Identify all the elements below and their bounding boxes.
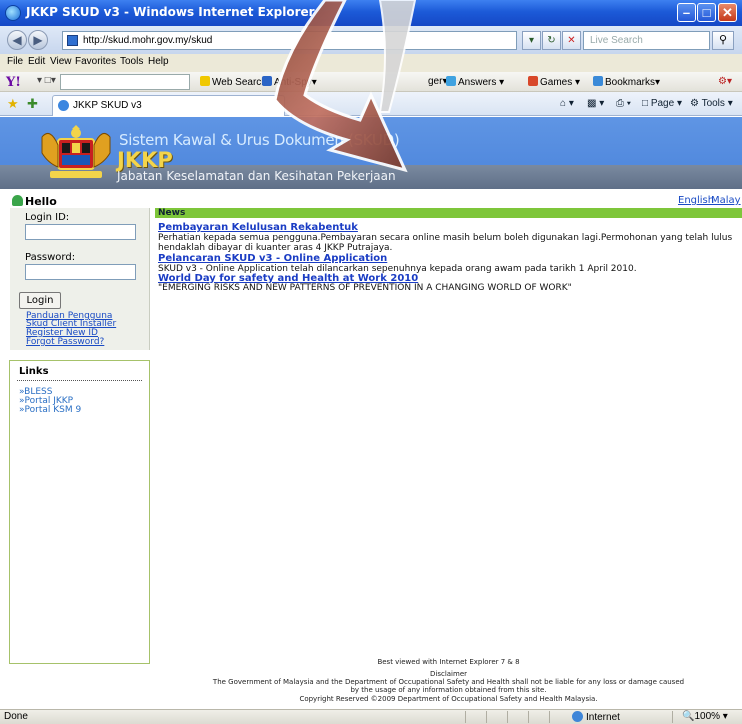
org-full-name: Jabatan Keselamatan dan Kesihatan Pekerj… — [117, 169, 396, 183]
close-button[interactable]: ✕ — [718, 3, 737, 22]
malaysia-crest-logo — [41, 125, 111, 178]
status-divider — [549, 711, 550, 723]
yahoo-logo[interactable]: Y! — [6, 75, 21, 90]
maximize-button[interactable]: □ — [697, 3, 716, 22]
footer-disclaimer-text-2: by the usage of any information obtained… — [350, 686, 547, 694]
anti-spy-button[interactable]: Anti-Spy▾ — [262, 76, 317, 88]
yahoo-settings-icon[interactable]: ⚙▾ — [718, 76, 732, 87]
links-panel: Links »BLESS »Portal JKKP »Portal KSM 9 — [9, 360, 150, 664]
login-id-label: Login ID: — [25, 212, 70, 223]
minimize-button[interactable]: – — [677, 3, 696, 22]
url-text: http://skud.mohr.gov.my/skud — [83, 35, 213, 46]
forgot-password-link[interactable]: Forgot Password? — [26, 337, 104, 347]
login-id-input[interactable] — [25, 224, 136, 240]
messenger-button[interactable]: ger▾ — [428, 76, 447, 87]
menu-view[interactable]: View — [50, 56, 72, 67]
footer-browser-note: Best viewed with Internet Explorer 7 & 8 — [377, 658, 520, 666]
forward-button[interactable]: ▶ — [28, 30, 48, 50]
window-titlebar: JKKP SKUD v3 - Windows Internet Explorer… — [0, 0, 742, 26]
home-icon[interactable]: ⌂ ▾ — [560, 98, 574, 109]
status-divider — [465, 711, 466, 723]
status-text: Done — [4, 711, 28, 722]
page-menu[interactable]: □ Page ▾ — [642, 98, 682, 109]
link-portal-ksm[interactable]: »Portal KSM 9 — [19, 405, 81, 415]
refresh-icon[interactable]: ↻ — [542, 31, 561, 50]
tab-jkkp-skud[interactable]: JKKP SKUD v3 — [52, 95, 285, 116]
hello-greeting: Hello — [12, 195, 57, 208]
tab-label: JKKP SKUD v3 — [73, 100, 142, 111]
menu-help[interactable]: Help — [148, 56, 169, 67]
yahoo-menu[interactable]: ▾ □▾ — [37, 75, 56, 86]
footer-disclaimer-text: The Government of Malaysia and the Depar… — [212, 678, 685, 686]
security-zone: Internet — [572, 711, 620, 723]
favorites-star-icon[interactable]: ★ — [7, 96, 19, 112]
lang-malay-link[interactable]: Malay — [711, 195, 741, 206]
menu-bar: File Edit View Favorites Tools Help — [0, 54, 742, 72]
tab-bar: ★ ✚ JKKP SKUD v3 ⌂ ▾ ▩ ▾ ⎙ ▾ □ Page ▾ ⚙ … — [0, 92, 742, 116]
password-label: Password: — [25, 252, 76, 263]
status-bar: Done Internet 🔍100% ▾ — [0, 709, 742, 724]
answers-button[interactable]: Answers ▾ — [446, 76, 504, 88]
password-input[interactable] — [25, 264, 136, 280]
print-icon[interactable]: ⎙ ▾ — [616, 98, 631, 109]
menu-file[interactable]: File — [7, 56, 23, 67]
news-header-label: News — [158, 208, 186, 218]
menu-edit[interactable]: Edit — [28, 56, 45, 67]
window-title: JKKP SKUD v3 - Windows Internet Explorer — [26, 5, 315, 19]
back-button[interactable]: ◀ — [7, 30, 27, 50]
yahoo-toolbar: Y! ▾ □▾ Web Search Anti-Spy▾ ger▾ Answer… — [0, 72, 742, 92]
tools-menu[interactable]: ⚙ Tools ▾ — [690, 98, 733, 109]
feeds-icon[interactable]: ▩ ▾ — [587, 98, 604, 109]
footer-disclaimer-link[interactable]: Disclaimer — [155, 670, 742, 678]
yahoo-search-input[interactable] — [60, 74, 190, 90]
news-header: News — [155, 208, 742, 218]
games-button[interactable]: Games ▾ — [528, 76, 580, 88]
footer-copyright: Copyright Reserved ©2009 Department of O… — [299, 695, 598, 703]
menu-tools[interactable]: Tools — [120, 56, 143, 67]
news-title-2[interactable]: Pelancaran SKUD v3 - Online Application — [158, 253, 387, 264]
url-input[interactable]: http://skud.mohr.gov.my/skud — [62, 31, 517, 50]
lang-english-link[interactable]: English — [678, 195, 714, 206]
ie-icon — [5, 5, 21, 21]
status-divider — [528, 711, 529, 723]
bookmarks-button[interactable]: Bookmarks▾ — [593, 76, 660, 88]
address-bar: ◀ ▶ http://skud.mohr.gov.my/skud ▾ ↻ ✕ L… — [0, 26, 742, 54]
news-title-1[interactable]: Pembayaran Kelulusan Rekabentuk — [158, 222, 358, 233]
hello-row: Hello English Malay — [0, 189, 742, 208]
search-placeholder: Live Search — [590, 35, 643, 46]
stop-icon[interactable]: ✕ — [562, 31, 581, 50]
news-body-3: "EMERGING RISKS AND NEW PATTERNS OF PREV… — [158, 283, 572, 293]
zoom-level[interactable]: 🔍100% ▾ — [682, 711, 728, 722]
tab-favicon — [58, 100, 69, 111]
web-search-button[interactable]: Web Search — [200, 76, 267, 88]
links-divider — [17, 380, 142, 381]
links-title: Links — [19, 366, 49, 377]
menu-favorites[interactable]: Favorites — [75, 56, 116, 67]
status-divider — [672, 711, 673, 723]
globe-icon — [572, 711, 583, 722]
user-icon — [12, 195, 23, 206]
system-name: Sistem Kawal & Urus Dokumen (SKUD) — [119, 131, 400, 149]
status-divider — [486, 711, 487, 723]
dropdown-icon[interactable]: ▾ — [522, 31, 541, 50]
login-button[interactable]: Login — [19, 292, 61, 309]
site-banner: Sistem Kawal & Urus Dokumen (SKUD) JKKP … — [0, 117, 742, 189]
search-icon[interactable]: ⚲ — [712, 31, 734, 50]
page-icon — [67, 35, 78, 46]
live-search-input[interactable]: Live Search — [583, 31, 710, 50]
news-body-1: Perhatian kepada semua pengguna.Pembayar… — [158, 233, 733, 253]
status-divider — [507, 711, 508, 723]
add-favorite-icon[interactable]: ✚ — [27, 96, 38, 112]
